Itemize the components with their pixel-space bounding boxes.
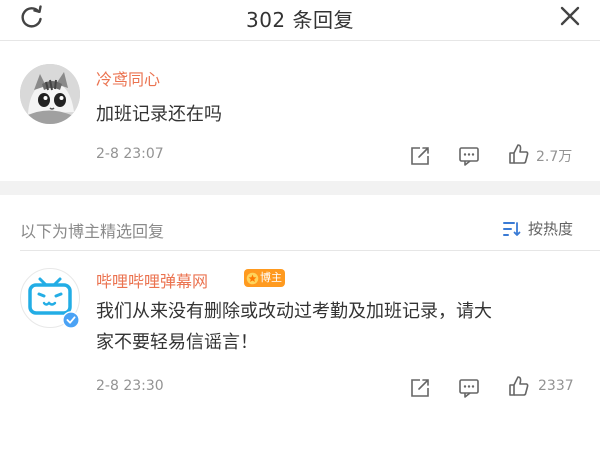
reply-text-line1: 我们从来没有删除或改动过考勤及加班记录，请大 <box>96 301 492 322</box>
avatar[interactable] <box>20 64 80 124</box>
share-icon[interactable] <box>409 377 431 399</box>
comment-icon[interactable] <box>458 377 480 399</box>
blogger-badge: 博主 <box>244 269 285 287</box>
featured-section-label: 以下为博主精选回复 <box>20 222 165 241</box>
like-icon[interactable] <box>508 375 530 397</box>
verified-icon <box>62 311 80 329</box>
reply-header: 302 条回复 <box>0 0 600 34</box>
sort-label: 按热度 <box>528 220 574 238</box>
section-separator <box>0 181 600 195</box>
like-count: 2.7万 <box>536 149 573 165</box>
close-icon[interactable] <box>556 2 584 30</box>
section-divider <box>20 250 600 251</box>
cat-avatar-icon <box>20 64 80 124</box>
like-icon[interactable] <box>508 143 530 165</box>
header-divider <box>0 40 600 41</box>
comment-username[interactable]: 冷鸢同心 <box>96 66 160 90</box>
badge-star-icon <box>246 272 259 284</box>
comment-icon[interactable] <box>458 145 480 167</box>
comment-time: 2-8 23:07 <box>96 146 164 162</box>
share-icon[interactable] <box>409 145 431 167</box>
sort-icon <box>503 221 521 236</box>
reply-username[interactable]: 哔哩哔哩弹幕网 <box>96 268 208 292</box>
sort-by-hot-button[interactable]: 按热度 <box>502 218 573 239</box>
badge-label: 博主 <box>260 271 282 284</box>
reply-text-line2: 家不要轻易信谣言！ <box>96 332 258 353</box>
like-count: 2337 <box>538 378 574 394</box>
page-title: 302 条回复 <box>245 8 355 32</box>
reply-time: 2-8 23:30 <box>96 378 164 394</box>
comment-text: 加班记录还在吗 <box>96 104 222 125</box>
